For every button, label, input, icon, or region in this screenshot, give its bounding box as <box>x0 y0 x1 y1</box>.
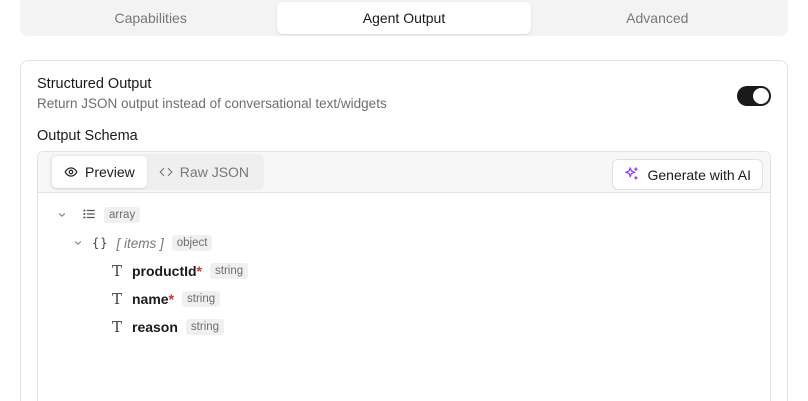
code-icon <box>159 165 173 179</box>
tab-advanced[interactable]: Advanced <box>531 2 784 34</box>
field-name: name * <box>132 291 175 307</box>
field-name: productId * <box>132 263 202 279</box>
tree-row-root[interactable]: array <box>56 201 141 229</box>
schema-editor: Preview Raw JSON Generate with AI array … <box>37 151 771 401</box>
tree-row-items[interactable]: {} [ items ] object <box>72 229 213 257</box>
text-type-icon: T <box>111 318 122 336</box>
list-icon <box>82 207 96 224</box>
top-tab-bar: Capabilities Agent Output Advanced <box>20 0 788 36</box>
type-badge: string <box>182 291 221 307</box>
items-label: [ items ] <box>116 235 164 251</box>
tab-agent-output[interactable]: Agent Output <box>277 2 531 34</box>
structured-output-toggle[interactable] <box>737 86 771 106</box>
structured-output-title: Structured Output <box>37 76 152 92</box>
agent-output-card: Structured Output Return JSON output ins… <box>20 60 788 401</box>
view-mode-switch: Preview Raw JSON <box>49 154 265 190</box>
type-badge: string <box>210 263 249 279</box>
raw-json-tab[interactable]: Raw JSON <box>147 156 261 188</box>
generate-button-label: Generate with AI <box>647 166 751 183</box>
toggle-knob <box>753 88 769 104</box>
tree-row-field[interactable]: T reason string <box>110 313 225 341</box>
eye-icon <box>64 165 78 179</box>
text-type-icon: T <box>111 290 122 308</box>
tab-capabilities[interactable]: Capabilities <box>24 2 277 34</box>
structured-output-description: Return JSON output instead of conversati… <box>37 96 387 111</box>
tree-row-field[interactable]: T productId * string <box>110 257 249 285</box>
chevron-down-icon[interactable] <box>56 209 68 221</box>
tree-row-field[interactable]: T name * string <box>110 285 221 313</box>
object-braces-icon: {} <box>92 236 109 250</box>
text-type-icon: T <box>111 262 122 280</box>
generate-with-ai-button[interactable]: Generate with AI <box>612 159 763 190</box>
output-schema-label: Output Schema <box>37 128 138 144</box>
raw-json-tab-label: Raw JSON <box>179 164 250 180</box>
schema-editor-toolbar: Preview Raw JSON Generate with AI <box>38 152 770 193</box>
type-badge: object <box>171 235 213 251</box>
chevron-down-icon[interactable] <box>72 237 84 249</box>
sparkles-icon <box>624 166 639 184</box>
type-badge: array <box>104 207 141 223</box>
type-badge: string <box>185 319 225 335</box>
preview-tab[interactable]: Preview <box>52 156 147 188</box>
preview-tab-label: Preview <box>85 164 135 180</box>
field-name: reason <box>132 319 178 335</box>
